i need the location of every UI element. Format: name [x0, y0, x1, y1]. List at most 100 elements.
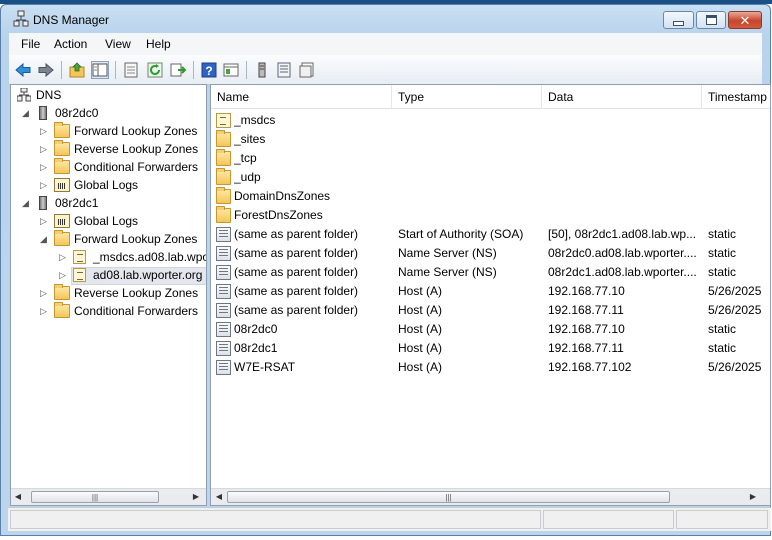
tree-item-reverse-lookup-zones[interactable]: ▷ Reverse Lookup Zones — [11, 284, 201, 302]
cell-type: Host (A) — [398, 322, 443, 336]
table-row[interactable]: _msdcs — [211, 111, 770, 130]
resource-record-icon — [216, 284, 231, 299]
cell-type: Host (A) — [398, 303, 443, 317]
scroll-right-icon[interactable]: ▶ — [748, 492, 758, 501]
expand-arrow-icon[interactable]: ▷ — [39, 158, 48, 176]
expand-arrow-icon[interactable]: ▷ — [39, 212, 48, 230]
title-bar[interactable]: DNS Manager ✕ — [1, 5, 770, 33]
tree-item-forward-lookup-zones[interactable]: ▷ Forward Lookup Zones — [11, 122, 201, 140]
collapse-arrow-icon[interactable]: ◢ — [39, 230, 48, 248]
table-row[interactable]: 08r2dc0 Host (A) 192.168.77.10 static — [211, 320, 770, 339]
column-header-timestamp[interactable]: Timestamp — [702, 85, 770, 108]
minimize-button[interactable] — [663, 11, 694, 29]
folder-icon — [54, 284, 70, 300]
menu-file[interactable]: File — [21, 37, 40, 51]
expand-arrow-icon[interactable]: ▷ — [39, 140, 48, 158]
table-row[interactable]: _sites — [211, 130, 770, 149]
tree-item-conditional-forwarders[interactable]: ▷ Conditional Forwarders — [11, 302, 201, 320]
scroll-right-icon[interactable]: ▶ — [191, 492, 201, 501]
console-tree-pane[interactable]: DNS ◢ 08r2dc0 ▷ Forward Lookup Zones ▷ R… — [10, 84, 207, 506]
tree-item-dns[interactable]: DNS — [11, 86, 201, 104]
cell-timestamp: static — [708, 322, 737, 336]
list-horizontal-scrollbar[interactable]: ◀ ||| ▶ — [211, 488, 770, 505]
resource-record-icon — [216, 341, 231, 356]
expand-arrow-icon[interactable]: ▷ — [58, 248, 67, 266]
tree-label: Reverse Lookup Zones — [74, 142, 199, 156]
cell-timestamp: static — [708, 265, 737, 279]
toolbar: ? — [9, 55, 762, 85]
table-row[interactable]: 08r2dc1 Host (A) 192.168.77.11 static — [211, 339, 770, 358]
tree-item-reverse-lookup-zones[interactable]: ▷ Reverse Lookup Zones — [11, 140, 201, 158]
tree-item-global-logs[interactable]: ▷ Global Logs — [11, 176, 201, 194]
cell-data: 192.168.77.10 — [548, 322, 625, 336]
show-hide-tree-button[interactable] — [91, 61, 109, 79]
table-row[interactable]: (same as parent folder) Name Server (NS) 0… — [211, 244, 770, 263]
table-row[interactable]: ForestDnsZones — [211, 206, 770, 225]
list-icon[interactable] — [275, 61, 293, 79]
tree-label: ad08.lab.wporter.org — [93, 268, 203, 282]
menu-help[interactable]: Help — [146, 37, 171, 51]
table-row[interactable]: W7E-RSAT Host (A) 192.168.77.102 5/26/2025 — [211, 358, 770, 377]
tree-item-forward-lookup-zones[interactable]: ◢ Forward Lookup Zones — [11, 230, 201, 248]
table-row[interactable]: (same as parent folder) Host (A) 192.168.7… — [211, 301, 770, 320]
table-row[interactable]: _udp — [211, 168, 770, 187]
help-icon[interactable]: ? — [200, 61, 218, 79]
close-button[interactable]: ✕ — [728, 11, 762, 29]
results-pane[interactable]: Name Type Data Timestamp _msdcs _sites _tc… — [210, 84, 771, 506]
expand-arrow-icon[interactable]: ▷ — [39, 122, 48, 140]
expand-arrow-icon[interactable]: ▷ — [58, 266, 67, 284]
tree-item-server-08r2dc0[interactable]: ◢ 08r2dc0 — [11, 104, 201, 122]
forward-arrow-icon[interactable] — [37, 61, 55, 79]
properties-icon[interactable] — [122, 61, 140, 79]
maximize-button[interactable] — [696, 11, 726, 29]
cell-timestamp: static — [708, 227, 737, 241]
scroll-left-icon[interactable]: ◀ — [214, 492, 224, 501]
zone-icon[interactable] — [298, 61, 316, 79]
refresh-icon[interactable] — [146, 61, 164, 79]
table-row[interactable]: (same as parent folder) Name Server (NS) 0… — [211, 263, 770, 282]
folder-open-icon — [54, 230, 70, 246]
tree-item-server-08r2dc1[interactable]: ◢ 08r2dc1 — [11, 194, 201, 212]
svg-text:?: ? — [205, 64, 212, 78]
server-icon[interactable] — [253, 61, 271, 79]
table-row[interactable]: (same as parent folder) Start of Authorit… — [211, 225, 770, 244]
collapse-arrow-icon[interactable]: ◢ — [21, 194, 30, 212]
tree-item-zone-ad08[interactable]: ▷ ad08.lab.wporter.org — [11, 266, 206, 284]
details-view-icon[interactable] — [222, 61, 240, 79]
table-row[interactable]: DomainDnsZones — [211, 187, 770, 206]
menu-action[interactable]: Action — [54, 37, 87, 51]
tree-item-zone-msdcs[interactable]: ▷ _msdcs.ad08.lab.wporter.org — [11, 248, 206, 266]
cell-name: (same as parent folder) — [234, 303, 359, 317]
cell-name: _msdcs — [234, 113, 276, 127]
tree-label: Conditional Forwarders — [74, 160, 199, 174]
expand-arrow-icon[interactable]: ▷ — [39, 176, 48, 194]
up-folder-icon[interactable] — [68, 61, 86, 79]
table-row[interactable]: (same as parent folder) Host (A) 192.168.7… — [211, 282, 770, 301]
server-icon — [39, 196, 47, 210]
close-icon: ✕ — [739, 12, 751, 28]
tree-horizontal-scrollbar[interactable]: ◀ ||| ▶ — [11, 488, 206, 505]
scroll-left-icon[interactable]: ◀ — [13, 492, 23, 501]
zone-icon — [216, 113, 231, 128]
cell-name: 08r2dc0 — [234, 322, 278, 336]
minimize-icon — [673, 20, 684, 26]
tree-item-global-logs[interactable]: ▷ Global Logs — [11, 212, 201, 230]
cell-data: 192.168.77.102 — [548, 360, 632, 374]
collapse-arrow-icon[interactable]: ◢ — [21, 104, 30, 122]
scrollbar-thumb[interactable]: ||| — [31, 491, 159, 503]
cell-name: _udp — [234, 170, 261, 184]
export-list-icon[interactable] — [169, 61, 187, 79]
back-arrow-icon[interactable] — [14, 61, 32, 79]
scrollbar-thumb[interactable]: ||| — [227, 491, 670, 503]
column-header-data[interactable]: Data — [542, 85, 702, 108]
resource-record-icon — [216, 265, 231, 280]
cell-type: Host (A) — [398, 284, 443, 298]
column-header-type[interactable]: Type — [392, 85, 542, 108]
column-header-name[interactable]: Name — [211, 85, 392, 108]
expand-arrow-icon[interactable]: ▷ — [39, 284, 48, 302]
menu-view[interactable]: View — [105, 37, 131, 51]
tree-item-conditional-forwarders[interactable]: ▷ Conditional Forwarders — [11, 158, 201, 176]
table-row[interactable]: _tcp — [211, 149, 770, 168]
folder-icon — [216, 206, 231, 223]
expand-arrow-icon[interactable]: ▷ — [39, 302, 48, 320]
